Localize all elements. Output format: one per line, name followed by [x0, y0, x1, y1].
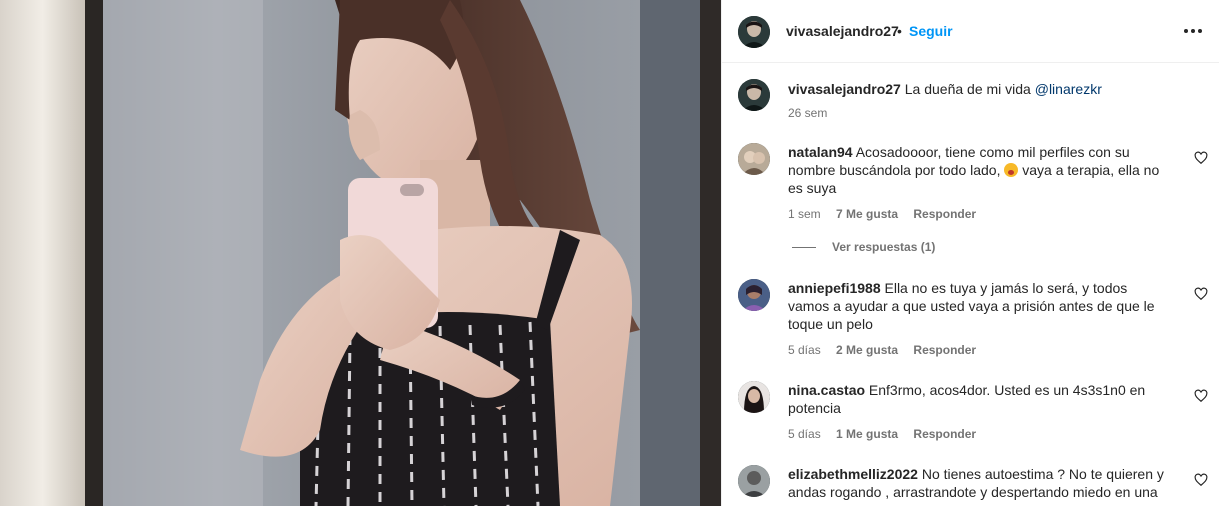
photo-illustration	[0, 0, 721, 506]
comment-username[interactable]: anniepefi1988	[788, 280, 881, 296]
author-avatar[interactable]	[738, 16, 770, 48]
heart-icon[interactable]	[1194, 151, 1208, 165]
caption-body: La dueña de mi vida	[904, 81, 1031, 97]
comment-text: natalan94 Acosadoooor, tiene como mil pe…	[788, 143, 1168, 197]
heart-icon[interactable]	[1194, 473, 1208, 487]
view-replies-button[interactable]: Ver respuestas (1)	[792, 240, 935, 254]
divider-line	[792, 246, 816, 248]
follow-button[interactable]: Seguir	[909, 23, 953, 39]
author-username[interactable]: vivasalejandro27	[786, 23, 899, 39]
reply-button[interactable]: Responder	[913, 343, 976, 357]
caption-mention[interactable]: @linarezkr	[1035, 81, 1102, 97]
comment-time[interactable]: 5 días	[788, 427, 821, 441]
caption-time[interactable]: 26 sem	[788, 106, 827, 120]
face-screaming-emoji	[1004, 163, 1019, 177]
comment-time[interactable]: 5 días	[788, 343, 821, 357]
post-photo[interactable]	[0, 0, 721, 506]
comment-username[interactable]: nina.castao	[788, 382, 865, 398]
separator-dot: •	[897, 23, 902, 39]
commenter-avatar[interactable]	[738, 465, 770, 497]
comment-text: nina.castao Enf3rmo, acos4dor. Usted es …	[788, 381, 1168, 417]
heart-icon[interactable]	[1194, 389, 1208, 403]
comment-meta: 5 días 2 Me gusta Responder	[788, 343, 988, 357]
comment-likes[interactable]: 2 Me gusta	[836, 343, 898, 357]
commenter-avatar[interactable]	[738, 279, 770, 311]
reply-button[interactable]: Responder	[913, 207, 976, 221]
more-horizontal-icon[interactable]	[1182, 20, 1204, 42]
comment-text: anniepefi1988 Ella no es tuya y jamás lo…	[788, 279, 1168, 333]
comment-meta: 5 días 1 Me gusta Responder	[788, 427, 988, 441]
heart-icon[interactable]	[1194, 287, 1208, 301]
comment-meta: 1 sem 7 Me gusta Responder	[788, 207, 988, 221]
comment-likes[interactable]: 1 Me gusta	[836, 427, 898, 441]
caption-username[interactable]: vivasalejandro27	[788, 81, 901, 97]
caption-avatar[interactable]	[738, 79, 770, 111]
commenter-avatar[interactable]	[738, 143, 770, 175]
comment-username[interactable]: natalan94	[788, 144, 853, 160]
commenter-avatar[interactable]	[738, 381, 770, 413]
comment-time[interactable]: 1 sem	[788, 207, 821, 221]
comments-panel: vivasalejandro27 • Seguir vivasalejandro…	[721, 0, 1219, 506]
reply-button[interactable]: Responder	[913, 427, 976, 441]
view-replies-label: Ver respuestas (1)	[832, 240, 936, 254]
comment-text: elizabethmelliz2022 No tienes autoestima…	[788, 465, 1168, 501]
caption-text: vivasalejandro27 La dueña de mi vida @li…	[788, 80, 1188, 98]
post-header: vivasalejandro27 • Seguir	[722, 0, 1219, 63]
comment-username[interactable]: elizabethmelliz2022	[788, 466, 918, 482]
comment-likes[interactable]: 7 Me gusta	[836, 207, 898, 221]
